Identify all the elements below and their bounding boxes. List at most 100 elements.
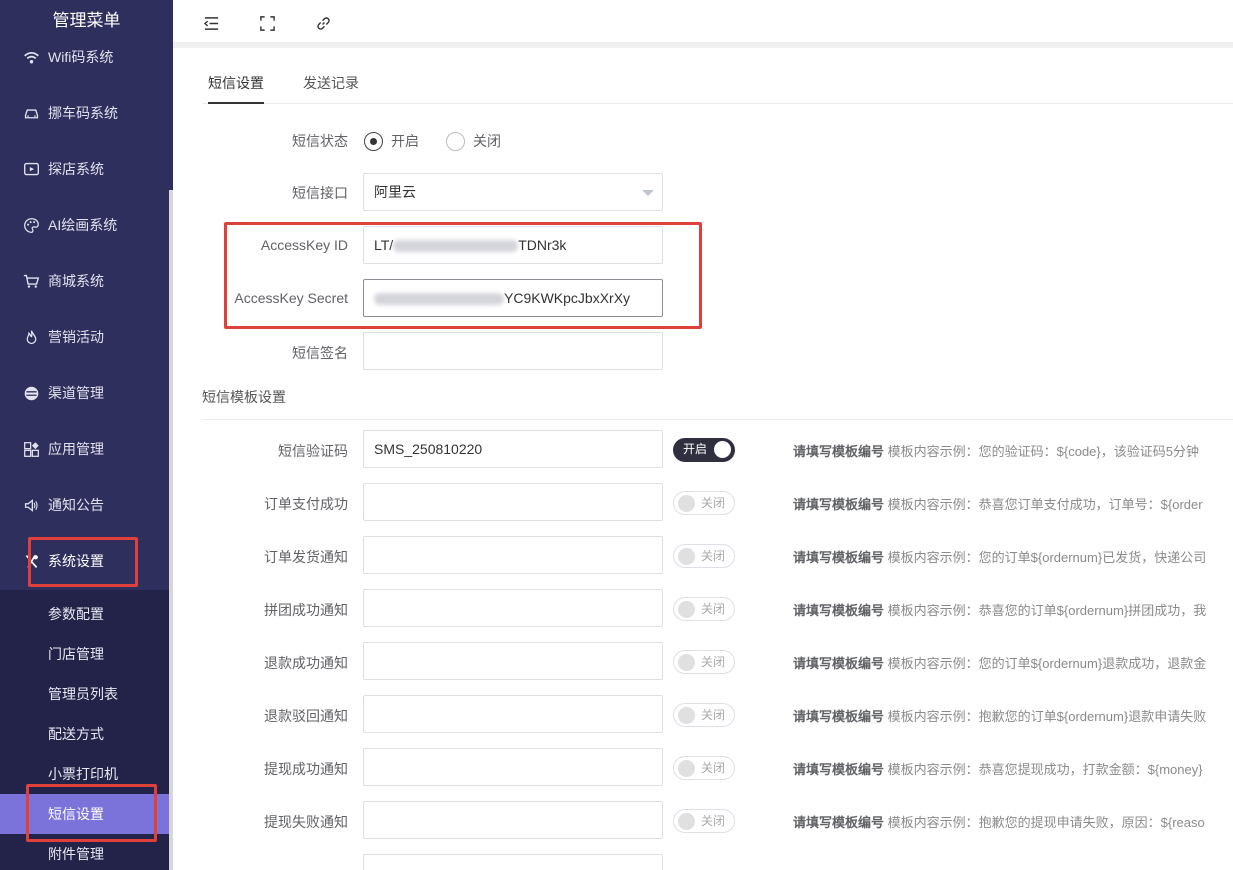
hint-example: 模板内容示例：恭喜您提现成功，打款金额：${money} [887,762,1203,777]
hint-prefix: 请填写模板编号 [793,656,885,671]
template-label: 退款成功通知 [264,655,348,671]
template-input-order-shipped[interactable] [363,536,663,574]
submenu-item-admins[interactable]: 管理员列表 [0,674,169,714]
submenu-item-printer[interactable]: 小票打印机 [0,754,169,794]
sidebar-item-mall[interactable]: 商城系统 [0,261,169,301]
template-hint: 请填写模板编号 模板内容示例：您的订单${ordernum}退款成功，退款金 [793,653,1233,672]
cart-icon [22,272,40,290]
submenu-item-params[interactable]: 参数配置 [0,594,169,634]
template-switch-group-success[interactable]: 关闭 [673,597,735,621]
switch-text: 关闭 [701,549,726,563]
template-input-withdraw-failed[interactable] [363,801,663,839]
hint-prefix: 请填写模板编号 [793,815,885,830]
hint-prefix: 请填写模板编号 [793,709,885,724]
sidebar-item-wifi[interactable]: Wifi码系统 [0,37,169,77]
template-label: 短信验证码 [278,443,348,459]
sms-sign-label: 短信签名 [292,345,348,361]
sidebar-item-notice[interactable]: 通知公告 [0,485,169,525]
access-key-id-label: AccessKey ID [260,237,348,253]
sidebar-item-car[interactable]: 挪车码系统 [0,93,169,133]
hint-prefix: 请填写模板编号 [793,550,885,565]
hint-prefix: 请填写模板编号 [793,762,885,777]
hint-example: 模板内容示例：恭喜您的订单${ordernum}拼团成功，我 [887,603,1207,618]
sidebar-item-label: 探店系统 [48,161,104,177]
chevron-down-icon [642,190,654,196]
sidebar-item-marketing[interactable]: 营销活动 [0,317,169,357]
template-input-refund-rejected[interactable] [363,695,663,733]
status-radio-off-label: 关闭 [473,133,501,149]
template-switch-order-shipped[interactable]: 关闭 [673,544,735,568]
template-input-order-paid[interactable] [363,483,663,521]
switch-text: 关闭 [701,761,726,775]
switch-text: 关闭 [701,602,726,616]
sidebar-item-apps[interactable]: 应用管理 [0,429,169,469]
wifi-icon [22,48,40,66]
template-input-group-success[interactable] [363,589,663,627]
template-switch-withdraw-failed[interactable]: 关闭 [673,809,735,833]
sidebar-item-label: 挪车码系统 [48,105,118,121]
tab-send-records[interactable]: 发送记录 [303,56,359,104]
template-switch-refund-success[interactable]: 关闭 [673,650,735,674]
sms-sign-input[interactable] [363,332,663,370]
radio-unchecked-icon [446,131,465,151]
topbar [173,0,1233,48]
sidebar-item-label: 营销活动 [48,329,104,345]
hint-prefix: 请填写模板编号 [793,444,885,459]
template-input-partial[interactable] [363,854,663,870]
sidebar-item-explore[interactable]: 探店系统 [0,149,169,189]
switch-text: 关闭 [701,496,726,510]
access-key-id-suffix: TDNr3k [518,237,567,253]
template-label: 订单发货通知 [264,549,348,565]
sidebar-item-label: 通知公告 [48,497,104,513]
template-hint: 请填写模板编号 模板内容示例：恭喜您的订单${ordernum}拼团成功，我 [793,600,1233,619]
status-radio-on[interactable]: 开启 [364,131,419,151]
switch-knob [678,813,695,830]
redacted-blur [374,293,504,306]
tab-sms-settings[interactable]: 短信设置 [208,56,264,104]
hint-prefix: 请填写模板编号 [793,497,885,512]
access-key-id-input[interactable]: LT/TDNr3k [363,226,663,264]
template-hint: 请填写模板编号 模板内容示例：抱歉您的订单${ordernum}退款申请失败 [793,706,1233,725]
template-input-verify-code[interactable]: SMS_250810220 [363,430,663,468]
fullscreen-icon[interactable] [256,12,278,34]
switch-text: 关闭 [701,814,726,828]
status-radio-off[interactable]: 关闭 [446,131,501,151]
access-key-secret-input[interactable]: YC9KWKpcJbxXrXy [363,279,663,317]
switch-knob [678,548,695,565]
template-switch-order-paid[interactable]: 关闭 [673,491,735,515]
sms-interface-label: 短信接口 [292,185,348,201]
divider [202,419,1233,420]
sidebar-item-label: AI绘画系统 [48,217,118,233]
switch-knob [714,441,731,458]
hint-prefix: 请填写模板编号 [793,603,885,618]
video-icon [22,160,40,178]
settings-submenu: 参数配置 门店管理 管理员列表 配送方式 小票打印机 短信设置 附件管理 [0,590,169,870]
sms-status-label: 短信状态 [292,133,348,149]
main-content: 短信设置 发送记录 短信状态 开启 关闭 短信接口 阿里云 AccessKey … [184,56,1233,870]
submenu-item-delivery[interactable]: 配送方式 [0,714,169,754]
sidebar-item-channel[interactable]: 渠道管理 [0,373,169,413]
collapse-menu-icon[interactable] [200,12,222,34]
template-label: 提现失败通知 [264,814,348,830]
hint-example: 模板内容示例：您的验证码：${code}，该验证码5分钟 [887,444,1199,459]
sidebar-item-label: 应用管理 [48,441,104,457]
template-input-withdraw-success[interactable] [363,748,663,786]
sidebar-item-settings[interactable]: 系统设置 [0,541,169,581]
sidebar: 管理菜单 Wifi码系统 挪车码系统 探店系统 AI绘画系统 商城系统 营销活动… [0,0,173,870]
sms-interface-select[interactable]: 阿里云 [363,173,663,211]
car-icon [22,104,40,122]
template-switch-withdraw-success[interactable]: 关闭 [673,756,735,780]
speaker-icon [22,496,40,514]
template-label: 提现成功通知 [264,761,348,777]
palette-icon [22,216,40,234]
template-switch-refund-rejected[interactable]: 关闭 [673,703,735,727]
template-switch-verify-code[interactable]: 开启 [673,438,735,462]
submenu-item-sms[interactable]: 短信设置 [0,794,169,834]
apps-icon [22,440,40,458]
template-input-refund-success[interactable] [363,642,663,680]
sidebar-item-ai-drawing[interactable]: AI绘画系统 [0,205,169,245]
submenu-item-stores[interactable]: 门店管理 [0,634,169,674]
switch-knob [678,601,695,618]
submenu-item-attachments[interactable]: 附件管理 [0,834,169,870]
link-icon[interactable] [312,12,334,34]
